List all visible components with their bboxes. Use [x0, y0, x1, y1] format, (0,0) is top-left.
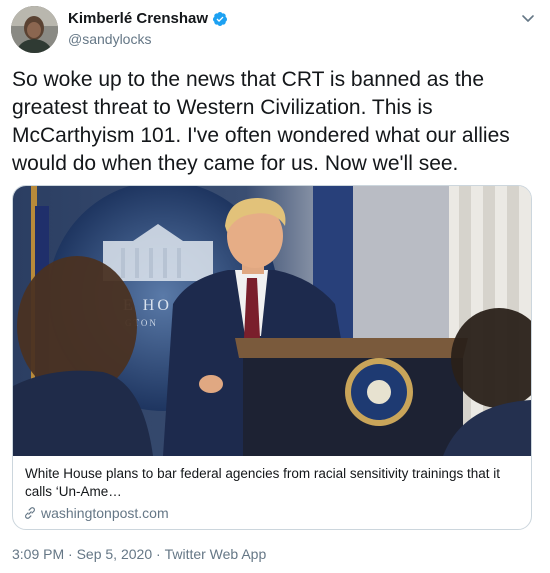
- author-name[interactable]: Kimberlé Crenshaw: [68, 10, 208, 27]
- meta-separator-2: ·: [152, 546, 165, 562]
- author-block: Kimberlé Crenshaw @sandylocks: [68, 10, 228, 47]
- meta-separator: ·: [64, 546, 77, 562]
- link-icon: [25, 507, 35, 519]
- link-card[interactable]: E HO GTON White House plans to bar feder…: [12, 185, 532, 530]
- tweet: Kimberlé Crenshaw @sandylocks So woke up…: [0, 0, 550, 573]
- card-domain-text: washingtonpost.com: [41, 505, 169, 521]
- tweet-text: So woke up to the news that CRT is banne…: [12, 68, 510, 175]
- tweet-time[interactable]: 3:09 PM: [12, 546, 64, 562]
- tweet-source[interactable]: Twitter Web App: [165, 546, 267, 562]
- name-row: Kimberlé Crenshaw: [68, 10, 228, 27]
- verified-badge-icon: [213, 11, 228, 26]
- card-domain[interactable]: washingtonpost.com: [23, 505, 169, 521]
- tweet-meta: 3:09 PM · Sep 5, 2020 · Twitter Web App: [12, 546, 266, 562]
- tweet-date[interactable]: Sep 5, 2020: [77, 546, 153, 562]
- card-title[interactable]: White House plans to bar federal agencie…: [25, 465, 515, 501]
- avatar-photo: [11, 6, 58, 53]
- avatar[interactable]: [11, 6, 58, 53]
- chevron-down-icon[interactable]: [520, 10, 536, 26]
- author-handle[interactable]: @sandylocks: [68, 31, 228, 47]
- card-image: E HO GTON: [13, 186, 531, 456]
